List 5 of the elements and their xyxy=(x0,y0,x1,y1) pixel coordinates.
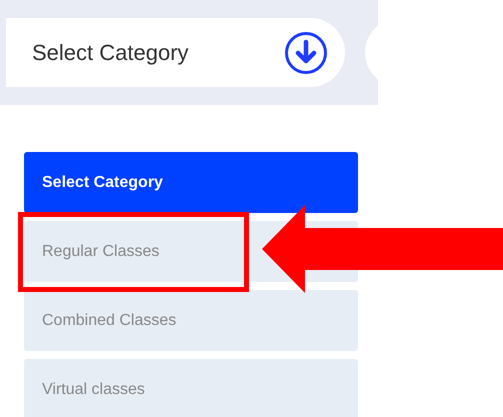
dropdown-item[interactable]: Combined Classes xyxy=(24,290,358,351)
dropdown-header: Select Category xyxy=(24,152,358,213)
select-label: Select Category xyxy=(32,40,189,66)
dropdown-item[interactable]: Virtual classes xyxy=(24,359,358,417)
category-select[interactable]: Select Category xyxy=(6,18,345,87)
